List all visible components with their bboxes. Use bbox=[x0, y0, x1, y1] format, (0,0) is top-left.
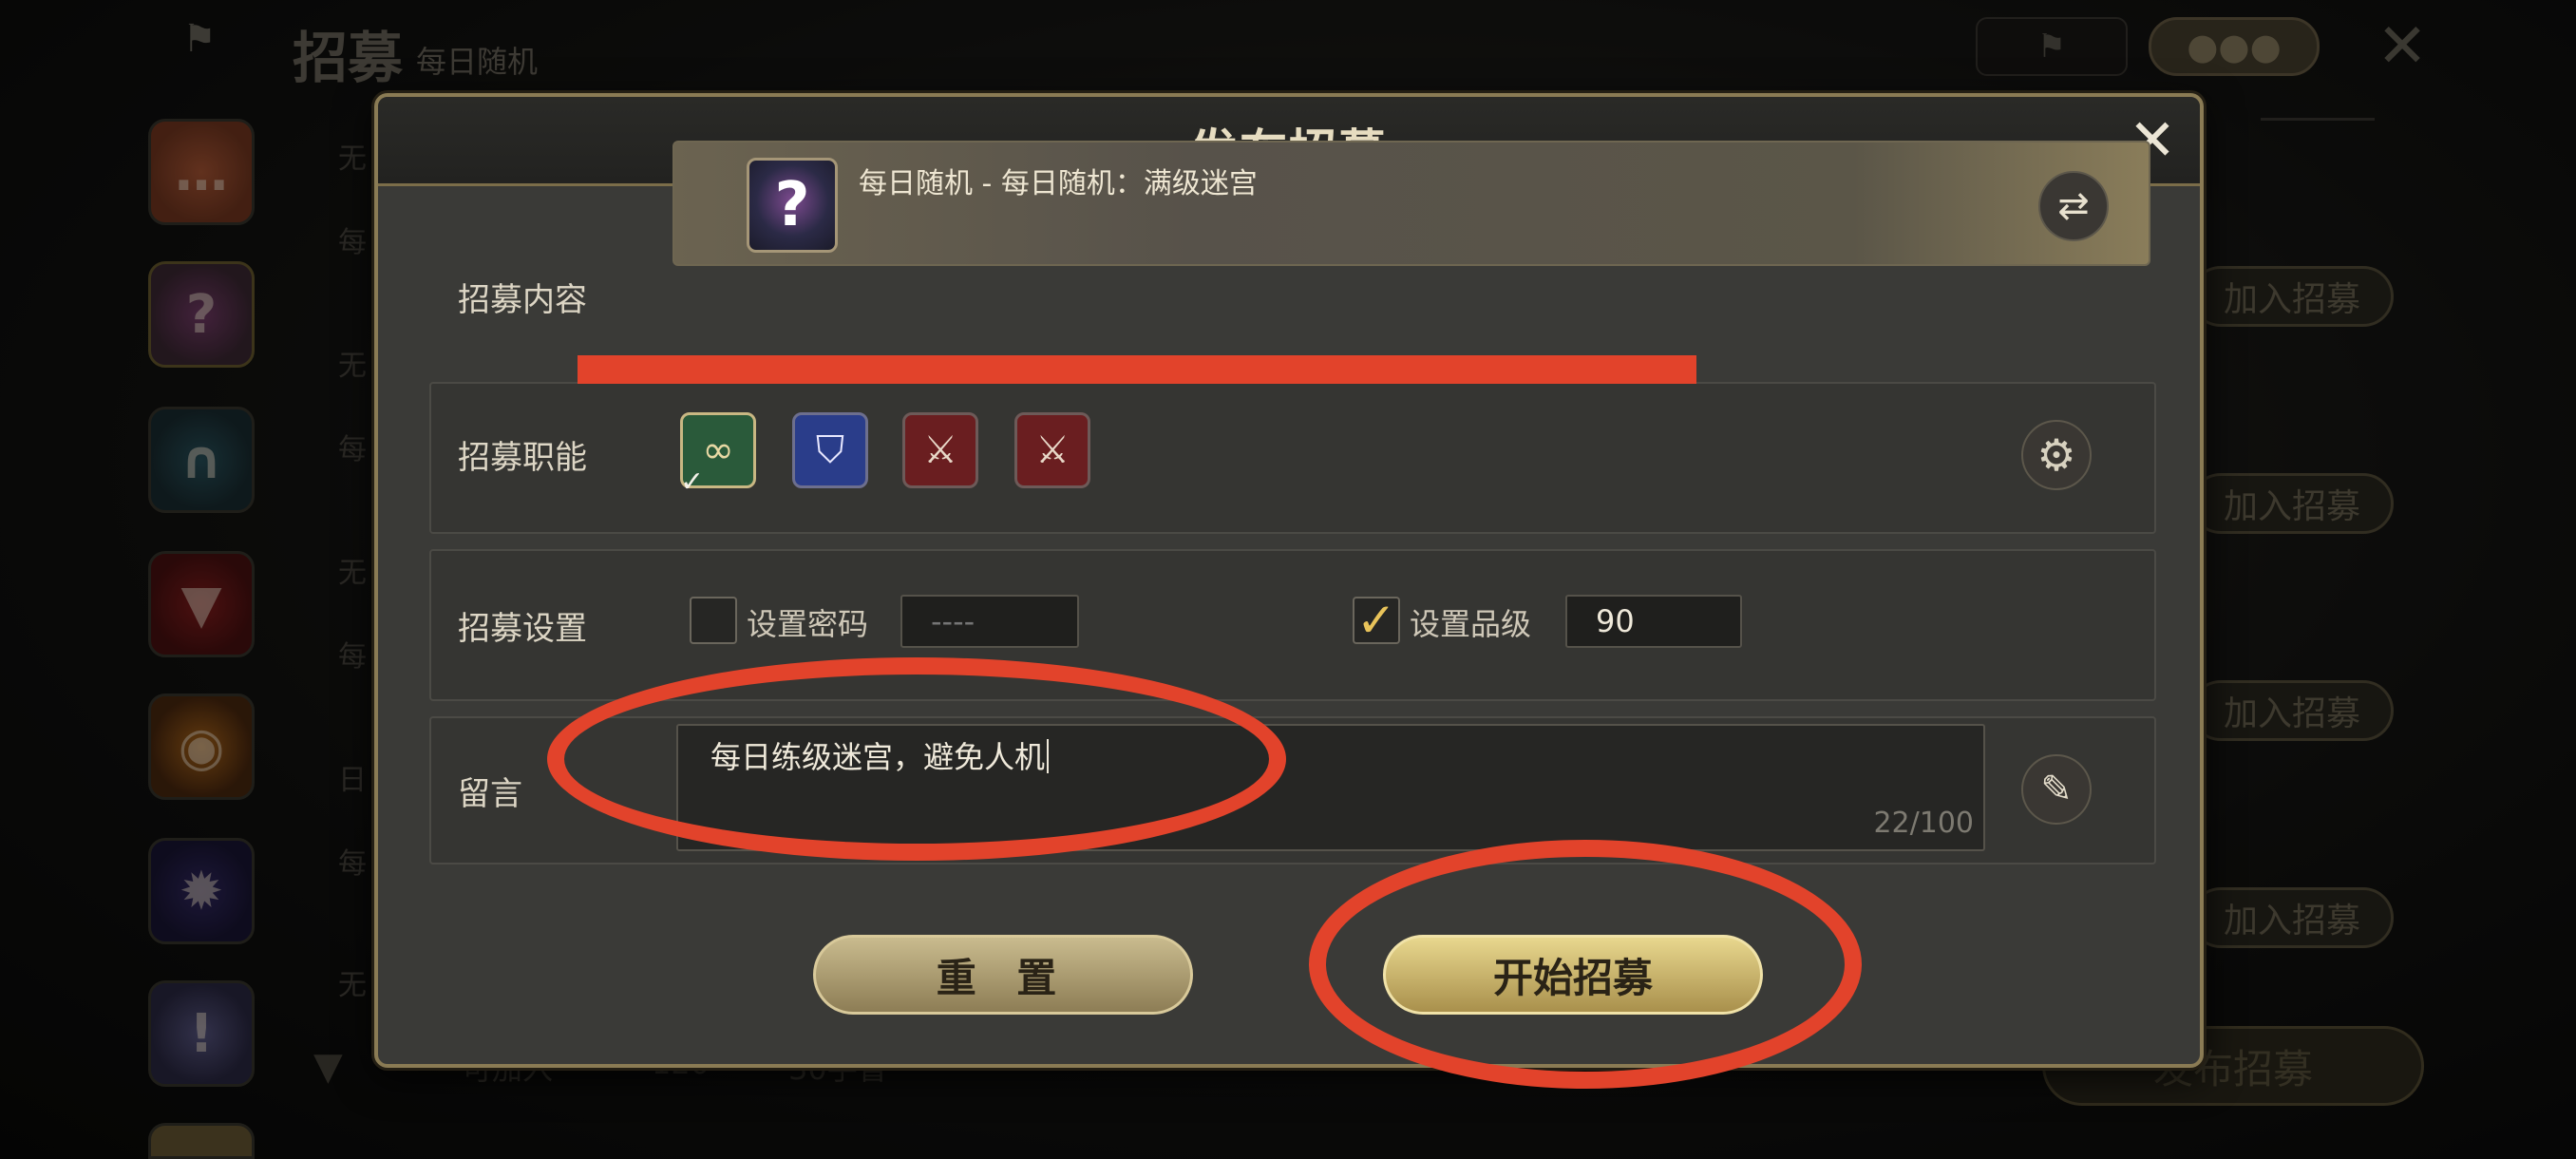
message-char-count: 22/100 bbox=[1873, 807, 1974, 840]
question-icon: ? bbox=[747, 158, 838, 253]
message-input[interactable]: 每日练级迷宫，避免人机 22/100 bbox=[676, 724, 1985, 851]
check-icon: ✓ bbox=[680, 466, 705, 499]
level-checkbox[interactable]: ✓ bbox=[1353, 593, 1400, 648]
sword-icon[interactable]: ⚔ bbox=[902, 412, 978, 488]
level-label: 设置品级 bbox=[1410, 606, 1532, 642]
annotation-redaction-bar bbox=[578, 355, 1696, 384]
password-field[interactable] bbox=[900, 595, 1079, 648]
password-label: 设置密码 bbox=[747, 606, 869, 642]
recruit-content-selector[interactable]: ? 每日随机 - 每日随机：满级迷宫 ⇄ bbox=[672, 141, 2150, 266]
shield-icon[interactable]: ⛉ bbox=[792, 412, 868, 488]
sword-icon[interactable]: ⚔ bbox=[1014, 412, 1090, 488]
text-caret bbox=[1047, 739, 1050, 773]
content-label: 招募内容 bbox=[458, 281, 587, 319]
settings-section bbox=[429, 549, 2156, 701]
settings-label: 招募设置 bbox=[458, 610, 587, 648]
message-text: 每日练级迷宫，避免人机 bbox=[710, 733, 1050, 777]
recruit-content-value: 每日随机 - 每日随机：满级迷宫 bbox=[859, 167, 1258, 200]
gear-icon[interactable]: ⚙ bbox=[2021, 420, 2092, 490]
reset-button[interactable]: 重 置 bbox=[813, 935, 1193, 1015]
edit-icon[interactable]: ✎ bbox=[2021, 754, 2092, 825]
message-text-value: 每日练级迷宫，避免人机 bbox=[710, 739, 1046, 775]
password-checkbox[interactable] bbox=[690, 597, 737, 644]
start-recruit-button[interactable]: 开始招募 bbox=[1383, 935, 1763, 1015]
message-label: 留言 bbox=[458, 775, 522, 813]
level-field[interactable]: 90 bbox=[1565, 595, 1742, 648]
roles-label: 招募职能 bbox=[458, 439, 587, 477]
swap-icon[interactable]: ⇄ bbox=[2038, 171, 2109, 241]
